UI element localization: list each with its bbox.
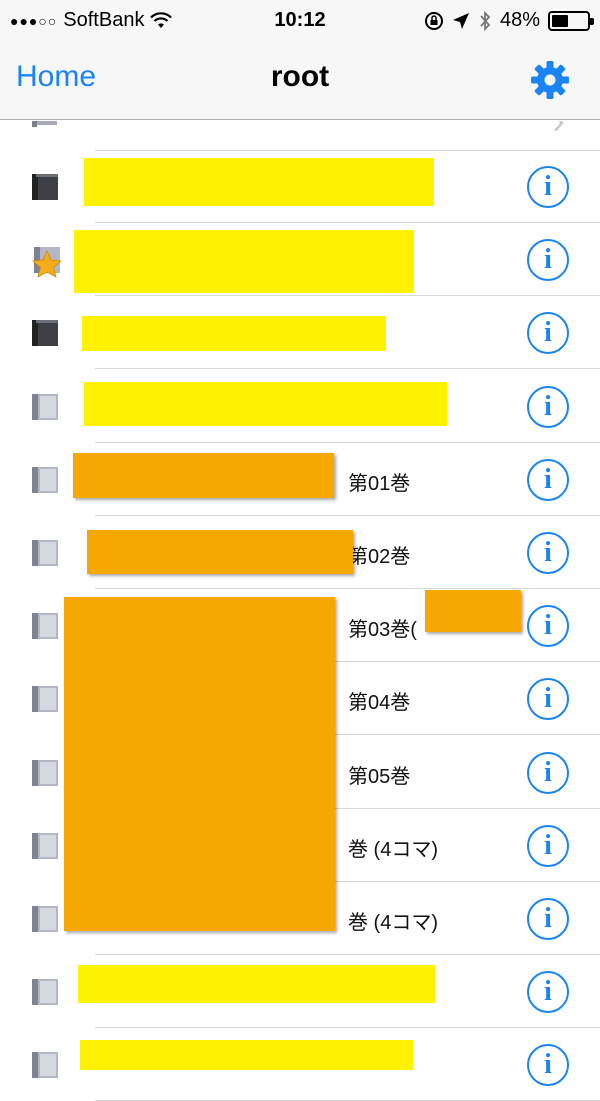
dark-book-icon [32, 318, 62, 348]
battery-nub [590, 17, 594, 25]
info-button[interactable]: i [527, 385, 569, 428]
book-icon [32, 538, 62, 568]
row-label: 第04巻 [348, 692, 411, 715]
redaction-box [73, 453, 334, 498]
book-icon [32, 758, 62, 788]
gear-icon[interactable] [530, 60, 570, 100]
book-icon [32, 904, 62, 934]
redaction-box [78, 965, 435, 1003]
battery-fill [552, 14, 569, 27]
page-title: root [270, 60, 330, 93]
row-label: 第01巻 [348, 472, 411, 495]
book-icon [32, 977, 62, 1007]
info-button[interactable]: i [527, 971, 569, 1014]
book-icon [32, 611, 62, 641]
book-icon [32, 831, 62, 861]
info-button[interactable]: i [527, 824, 569, 867]
info-button[interactable]: i [527, 1044, 569, 1087]
redaction-box [82, 316, 386, 351]
rotation-lock-icon [424, 11, 443, 30]
row-label: 巻 (4コマ) [348, 912, 438, 934]
row-label: 第03巻( [348, 619, 417, 642]
battery-percentage: 48% [499, 9, 540, 31]
battery-icon [548, 10, 594, 31]
book-icon [32, 392, 62, 422]
info-button[interactable]: i [527, 312, 569, 355]
book-icon [32, 684, 62, 714]
info-button[interactable]: i [527, 166, 569, 208]
info-button[interactable]: i [527, 605, 569, 648]
chevron-right-icon [554, 121, 564, 131]
book-icon [32, 121, 57, 127]
redaction-box [84, 158, 434, 206]
location-arrow-icon [452, 12, 469, 29]
star-book-icon [32, 245, 62, 278]
info-button[interactable]: i [527, 239, 569, 282]
row-label: 第05巻 [348, 765, 411, 788]
navigation-bar: Home root [0, 40, 600, 120]
info-button[interactable]: i [527, 751, 569, 794]
dark-book-icon [32, 172, 62, 202]
redaction-box [64, 597, 335, 931]
redaction-box [425, 590, 521, 632]
status-bar: ●●●○○ SoftBank 10:12 48% [0, 0, 600, 40]
partial-list-row[interactable] [0, 121, 600, 151]
book-icon [32, 465, 62, 495]
redaction-box [74, 230, 414, 293]
row-label: 巻 (4コマ) [348, 838, 438, 861]
redaction-box [87, 530, 353, 574]
row-label: 第02巻 [348, 546, 411, 568]
info-button[interactable]: i [527, 678, 569, 721]
info-button[interactable]: i [527, 898, 569, 940]
book-icon [32, 1050, 62, 1080]
redaction-box [80, 1040, 413, 1070]
info-button[interactable]: i [527, 458, 569, 501]
info-button[interactable]: i [527, 532, 569, 574]
redaction-box [84, 382, 447, 426]
bluetooth-icon [480, 10, 491, 31]
